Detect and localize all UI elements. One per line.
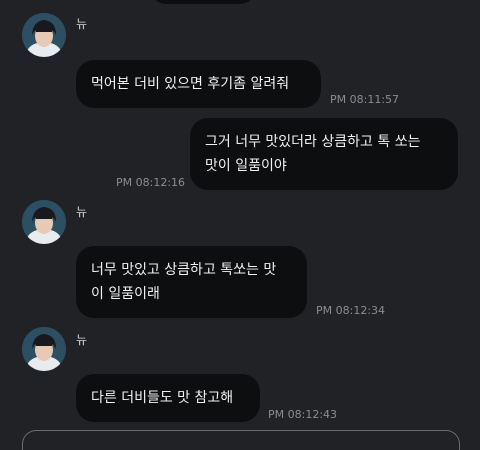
message-text: 다른 더비들도 맛 참고해 bbox=[91, 390, 234, 406]
sender-avatar[interactable] bbox=[22, 327, 66, 371]
message-text: 이 일품이래 bbox=[91, 286, 160, 302]
profile-avatar-icon bbox=[22, 200, 66, 244]
message-timestamp: PM 08:12:43 bbox=[268, 408, 338, 421]
sender-name: 뉴 bbox=[76, 17, 88, 31]
message-bubble-sent[interactable]: 그거 너무 맛있더라 상큼하고 톡 쏘는 맛이 일품이야 bbox=[190, 118, 458, 190]
message-text: 그거 너무 맛있더라 상큼하고 톡 쏘는 bbox=[205, 134, 421, 150]
sender-name: 뉴 bbox=[76, 205, 88, 219]
message-timestamp: PM 08:12:34 bbox=[316, 304, 386, 317]
message-bubble[interactable]: 다른 더비들도 맛 참고해 bbox=[76, 374, 260, 422]
message-text: 너무 맛있고 상큼하고 톡쏘는 맛 bbox=[91, 262, 277, 278]
message-bubble[interactable]: 먹어본 더비 있으면 후기좀 알려줘 bbox=[76, 60, 321, 108]
profile-avatar-icon bbox=[22, 13, 66, 57]
sender-name: 뉴 bbox=[76, 333, 88, 347]
previous-message-bubble bbox=[150, 0, 256, 4]
message-timestamp: PM 08:12:16 bbox=[116, 176, 186, 189]
message-timestamp: PM 08:11:57 bbox=[330, 93, 400, 106]
message-bubble[interactable]: 너무 맛있고 상큼하고 톡쏘는 맛 이 일품이래 bbox=[76, 246, 307, 318]
message-input-bar[interactable] bbox=[22, 430, 460, 450]
sender-avatar[interactable] bbox=[22, 13, 66, 57]
message-text: 먹어본 더비 있으면 후기좀 알려줘 bbox=[91, 76, 290, 92]
sender-avatar[interactable] bbox=[22, 200, 66, 244]
message-text: 맛이 일품이야 bbox=[205, 158, 287, 174]
profile-avatar-icon bbox=[22, 327, 66, 371]
